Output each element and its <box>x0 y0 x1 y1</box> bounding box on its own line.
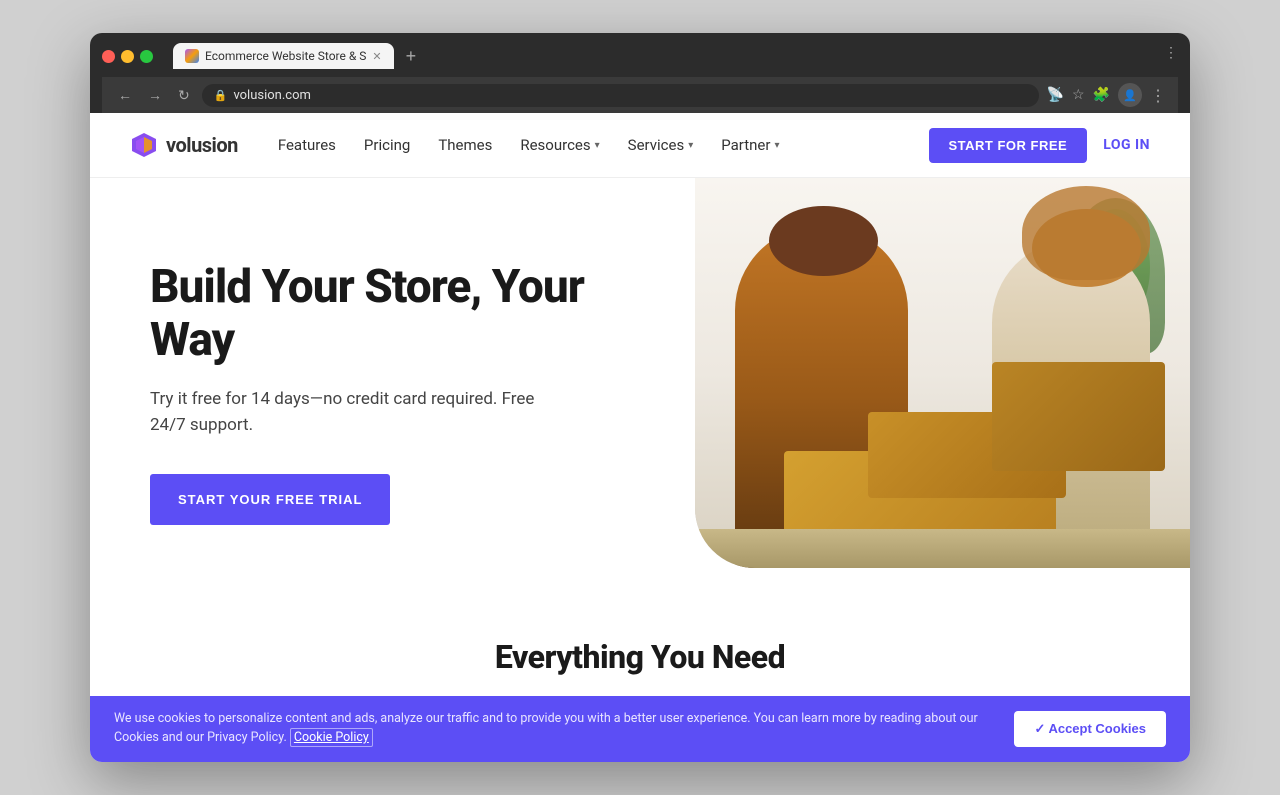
logo-link[interactable]: volusion <box>130 131 238 159</box>
tab-bar: Ecommerce Website Store & S ✕ + <box>173 43 1156 69</box>
browser-chrome: Ecommerce Website Store & S ✕ + ⋮ ← → ↻ … <box>90 33 1190 113</box>
nav-links: Features Pricing Themes Resources ▾ Serv… <box>278 136 929 154</box>
partner-chevron-icon: ▾ <box>774 140 779 151</box>
site-nav: volusion Features Pricing Themes Resourc… <box>90 113 1190 178</box>
hero-content: Build Your Store, Your Way Try it free f… <box>90 178 695 608</box>
maximize-window-button[interactable] <box>140 50 153 63</box>
traffic-lights <box>102 50 153 63</box>
tab-close-button[interactable]: ✕ <box>372 50 381 63</box>
lock-icon: 🔒 <box>214 89 228 102</box>
hero-subtitle: Try it free for 14 days—no credit card r… <box>150 387 550 438</box>
chrome-menu-icon[interactable]: ⋮ <box>1150 86 1166 105</box>
photo-background <box>695 178 1190 568</box>
logo-text: volusion <box>166 133 238 157</box>
login-button[interactable]: LOG IN <box>1103 137 1150 153</box>
nav-actions: START FOR FREE LOG IN <box>929 128 1151 163</box>
toolbar-icons: 📡 ☆ 🧩 👤 ⋮ <box>1047 83 1166 107</box>
cookie-policy-link[interactable]: Cookie Policy <box>290 728 373 747</box>
address-bar[interactable]: 🔒 volusion.com <box>202 84 1039 107</box>
incognito-button[interactable]: 👤 <box>1118 83 1142 107</box>
active-tab[interactable]: Ecommerce Website Store & S ✕ <box>173 43 394 69</box>
browser-menu-icon[interactable]: ⋮ <box>1164 45 1178 61</box>
resources-chevron-icon: ▾ <box>595 140 600 151</box>
hero-section: Build Your Store, Your Way Try it free f… <box>90 178 1190 608</box>
start-trial-button[interactable]: START YOUR FREE TRIAL <box>150 474 390 525</box>
browser-window: Ecommerce Website Store & S ✕ + ⋮ ← → ↻ … <box>90 33 1190 762</box>
minimize-window-button[interactable] <box>121 50 134 63</box>
start-for-free-button[interactable]: START FOR FREE <box>929 128 1088 163</box>
nav-themes[interactable]: Themes <box>438 136 492 154</box>
refresh-button[interactable]: ↻ <box>174 85 194 106</box>
tab-favicon <box>185 49 199 63</box>
section-teaser-title: Everything You Need <box>110 638 1170 676</box>
hero-image <box>695 178 1190 608</box>
nav-services[interactable]: Services ▾ <box>628 136 694 154</box>
website-content: volusion Features Pricing Themes Resourc… <box>90 113 1190 762</box>
browser-controls: Ecommerce Website Store & S ✕ + ⋮ <box>102 43 1178 69</box>
cookie-text: We use cookies to personalize content an… <box>114 710 998 748</box>
url-text: volusion.com <box>233 88 310 103</box>
nav-partner[interactable]: Partner ▾ <box>721 136 779 154</box>
nav-resources[interactable]: Resources ▾ <box>520 136 599 154</box>
volusion-logo-icon <box>130 131 158 159</box>
extensions-icon[interactable]: 🧩 <box>1093 87 1110 103</box>
section-teaser: Everything You Need <box>90 608 1190 696</box>
back-button[interactable]: ← <box>114 85 136 105</box>
nav-pricing[interactable]: Pricing <box>364 136 410 154</box>
close-window-button[interactable] <box>102 50 115 63</box>
services-chevron-icon: ▾ <box>688 140 693 151</box>
new-tab-button[interactable]: + <box>398 46 425 67</box>
address-bar-row: ← → ↻ 🔒 volusion.com 📡 ☆ 🧩 👤 ⋮ <box>102 77 1178 113</box>
cookie-banner: We use cookies to personalize content an… <box>90 696 1190 762</box>
nav-features[interactable]: Features <box>278 136 336 154</box>
forward-button[interactable]: → <box>144 85 166 105</box>
tab-title: Ecommerce Website Store & S <box>205 49 366 63</box>
accept-cookies-button[interactable]: ✓ Accept Cookies <box>1014 711 1166 747</box>
cast-icon: 📡 <box>1047 87 1064 103</box>
bookmark-icon[interactable]: ☆ <box>1072 87 1085 103</box>
hero-photo <box>695 178 1190 568</box>
hero-title: Build Your Store, Your Way <box>150 261 655 367</box>
